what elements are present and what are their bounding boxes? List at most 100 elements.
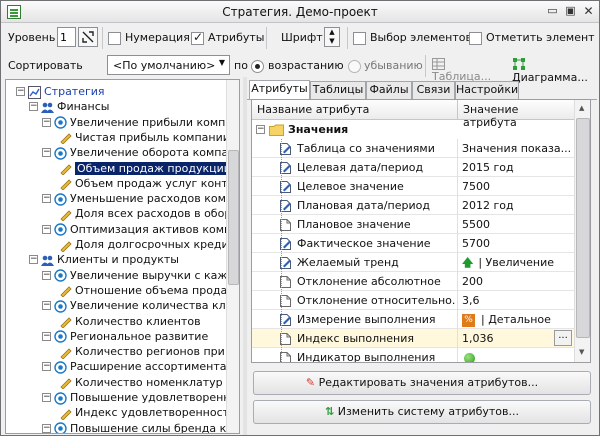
tree-item-root[interactable]: − Стратегия [16, 84, 105, 99]
attribute-row[interactable]: Индекс выполнения 1,036... [252, 329, 574, 348]
ellipsis-button[interactable]: ... [554, 330, 572, 346]
collapse-icon[interactable]: − [42, 148, 51, 158]
attribute-row[interactable]: Плановое значение 5500 [252, 215, 574, 234]
tab-attributes[interactable]: Атрибуты [249, 80, 310, 99]
tree-item-goal[interactable]: − Уменьшение расходов компа [42, 191, 239, 206]
group-row[interactable]: − Значения [252, 120, 574, 139]
select-elements-check-box[interactable] [353, 31, 366, 45]
collapse-icon[interactable]: − [42, 194, 51, 204]
attribute-row[interactable]: Желаемый тренд 🡅 | Увеличение [252, 253, 574, 272]
tree-item-goal[interactable]: − Повышение силы бренда ком [42, 421, 239, 433]
tree-item-group[interactable]: − Клиенты и продукты [29, 252, 179, 267]
collapse-icon[interactable]: − [42, 423, 51, 433]
attribute-name: Измерение выполнения [297, 313, 436, 326]
collapse-icon[interactable]: − [42, 331, 51, 341]
collapse-icon[interactable]: − [29, 102, 38, 112]
tree-scrollbar[interactable] [226, 80, 239, 433]
tree-item-label: Повышение удовлетворенно [70, 391, 238, 404]
scroll-down-icon[interactable]: ▼ [579, 348, 584, 356]
tree-item-goal[interactable]: − Увеличение оборота компан [42, 145, 236, 160]
mark-element-check-box[interactable] [469, 31, 482, 45]
grid-scrollbar-thumb[interactable] [576, 118, 590, 338]
column-header-name[interactable]: Название атрибута [257, 103, 369, 116]
attributes-grid[interactable]: Название атрибута Значение атрибута − Зн… [251, 99, 591, 363]
scroll-up-icon[interactable]: ▲ [579, 104, 584, 112]
diagram-button[interactable]: Диаграмма... [512, 57, 599, 84]
tab-tables[interactable]: Таблицы [310, 81, 366, 99]
minimize-icon[interactable]: ▭ [545, 5, 560, 18]
collapse-icon[interactable]: − [42, 224, 51, 234]
column-divider [457, 100, 458, 119]
tree-item-indicator[interactable]: Количество клиентов [59, 314, 201, 329]
level-apply-button[interactable] [78, 27, 98, 47]
collapse-icon[interactable]: − [16, 87, 25, 96]
pencil-icon [59, 407, 72, 421]
sort-field-dropdown[interactable]: <По умолчанию> ▼ [107, 55, 230, 75]
tab-links[interactable]: Связи [412, 81, 455, 99]
attribute-row[interactable]: Таблица со значениями Значения показа... [252, 139, 574, 158]
tree-item-goal[interactable]: − Увеличение выручки с кажд [42, 268, 235, 283]
attribute-row[interactable]: Фактическое значение 5700 [252, 234, 574, 253]
tree-item-indicator[interactable]: Доля всех расходов в обор [59, 206, 231, 222]
collapse-icon[interactable]: − [42, 301, 51, 311]
tree-item-goal[interactable]: − Оптимизация активов компа [42, 222, 238, 237]
select-elements-checkbox[interactable] [353, 31, 366, 45]
tree-item-label: Объем продаж услуг контр [75, 176, 235, 190]
level-input[interactable] [57, 27, 76, 47]
tab-files[interactable]: Файлы [366, 81, 412, 99]
toolbar-separator [102, 27, 103, 49]
attributes-checkbox[interactable] [191, 30, 204, 45]
strategy-tree[interactable]: − Стратегия − Финансы − Увеличение прибыли ко… [5, 79, 240, 434]
numbering-checkbox[interactable] [108, 31, 121, 45]
tree-item-goal[interactable]: − Увеличение прибыли компан [42, 115, 239, 130]
tree-item-goal[interactable]: − Повышение удовлетворенно [42, 390, 238, 405]
close-icon[interactable]: ✕ [581, 5, 596, 18]
tree-item-goal[interactable]: − Увеличение количества кли [42, 298, 233, 313]
tree-item-group[interactable]: − Финансы [29, 99, 109, 114]
maximize-icon[interactable]: ▣ [563, 5, 578, 18]
collapse-icon[interactable]: − [42, 117, 51, 127]
numbering-check-box[interactable] [108, 31, 121, 45]
change-attribute-system-button[interactable]: ⇅ Изменить систему атрибутов... [253, 400, 591, 424]
grid-scrollbar[interactable]: ▲ ▼ [574, 100, 590, 362]
collapse-icon[interactable]: − [42, 362, 51, 372]
tree-item-indicator[interactable]: Доля долгосрочных кредит [59, 237, 235, 253]
tree-item-indicator[interactable]: Чистая прибыль компании [59, 130, 230, 145]
tree-item-indicator[interactable]: Количество номенклатур [59, 375, 223, 390]
attribute-row[interactable]: Целевая дата/период 2015 год [252, 158, 574, 177]
attribute-row[interactable]: Целевое значение 7500 [252, 177, 574, 196]
descending-radio-button[interactable] [348, 59, 361, 73]
attribute-row[interactable]: Плановая дата/период 2012 год [252, 196, 574, 215]
attributes-check-box[interactable] [191, 30, 204, 45]
tree-item-indicator[interactable]: Индекс удовлетворенност [59, 405, 229, 421]
descending-radio[interactable] [348, 59, 361, 73]
change-system-label: Изменить систему атрибутов... [337, 405, 519, 418]
tree-item-goal[interactable]: − Региональное развитие [42, 329, 208, 344]
tree-item-label: Увеличение оборота компан [70, 146, 236, 160]
tree-item-indicator[interactable]: Объем продаж услуг контр [59, 176, 235, 191]
collapse-icon[interactable]: − [29, 255, 38, 265]
collapse-icon[interactable]: − [42, 270, 51, 280]
attribute-row[interactable]: Отклонение абсолютное 200 [252, 272, 574, 291]
ascending-radio-button[interactable] [251, 59, 264, 73]
tree-item-indicator[interactable]: Объем продаж продукции [59, 161, 233, 176]
target-icon [54, 391, 67, 405]
font-size-spinner[interactable]: ▲ ▼ [324, 27, 340, 47]
attribute-row[interactable]: Измерение выполнения% | Детальное [252, 310, 574, 329]
attribute-row[interactable]: Индикатор выполнения [252, 348, 574, 362]
edit-attribute-values-button[interactable]: ✎ Редактировать значения атрибутов... [253, 371, 591, 395]
tree-scrollbar-thumb[interactable] [228, 150, 239, 285]
ascending-radio[interactable] [251, 59, 264, 73]
table-button[interactable]: Таблица... [432, 57, 507, 83]
tree-item-indicator[interactable]: Количество регионов при [59, 344, 225, 360]
attribute-row[interactable]: Отклонение относительно... 3,6 [252, 291, 574, 310]
grid-header: Название атрибута Значение атрибута [252, 100, 574, 129]
mark-element-checkbox[interactable] [469, 31, 482, 45]
collapse-icon[interactable]: − [42, 393, 51, 402]
splitter[interactable] [243, 77, 247, 435]
tree-item-goal[interactable]: − Расширение ассортимента [42, 359, 227, 374]
tab-settings[interactable]: Настройки [455, 81, 519, 99]
collapse-icon[interactable]: − [256, 125, 265, 134]
attribute-value-text: 1,036 [462, 332, 494, 345]
tree-item-indicator[interactable]: Отношение объема прода [59, 283, 227, 298]
